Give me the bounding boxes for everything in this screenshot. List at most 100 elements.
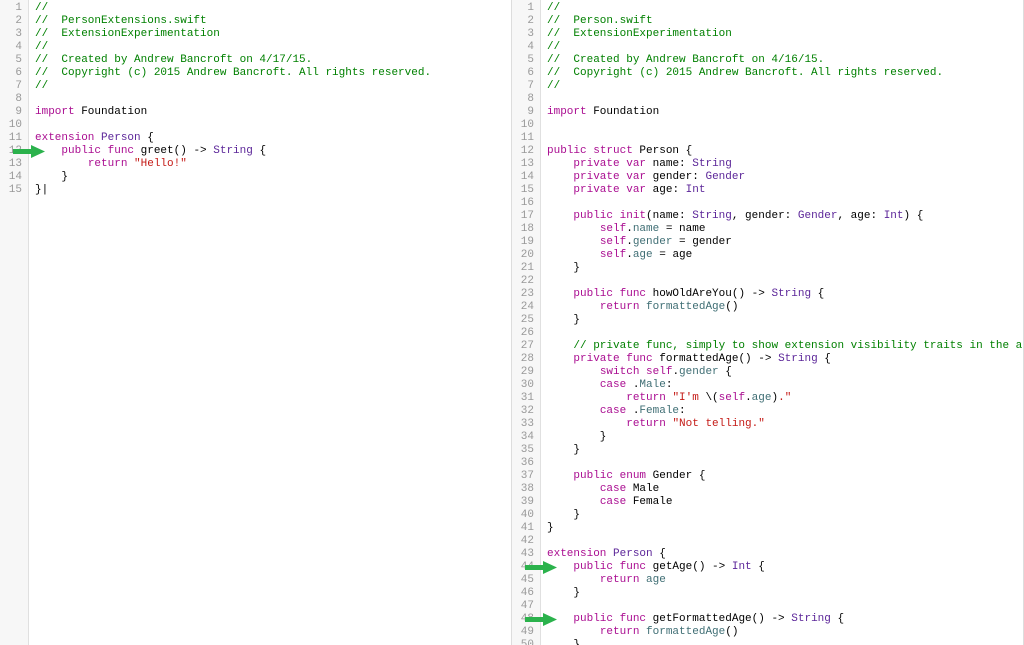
code-line[interactable]: public func getFormattedAge() -> String …	[547, 613, 1024, 626]
code-line[interactable]: private func formattedAge() -> String {	[547, 353, 1024, 366]
code-line[interactable]: // ExtensionExperimentation	[547, 28, 1024, 41]
code-token: func	[108, 145, 134, 157]
code-line[interactable]: import Foundation	[35, 106, 511, 119]
editor-pane-right[interactable]: 1234567891011121314151617181920212223242…	[512, 0, 1024, 645]
code-line[interactable]: }	[547, 444, 1024, 457]
code-line[interactable]: public enum Gender {	[547, 470, 1024, 483]
code-line[interactable]: }	[547, 262, 1024, 275]
code-line[interactable]: // PersonExtensions.swift	[35, 15, 511, 28]
code-line[interactable]: //	[35, 2, 511, 15]
code-token: "I'm	[672, 392, 705, 404]
code-token	[547, 171, 573, 183]
code-line[interactable]: // Created by Andrew Bancroft on 4/16/15…	[547, 54, 1024, 67]
code-token	[547, 158, 573, 170]
code-line[interactable]: }	[547, 431, 1024, 444]
code-token	[613, 210, 620, 222]
code-token	[547, 353, 573, 365]
code-line[interactable]: // Copyright (c) 2015 Andrew Bancroft. A…	[547, 67, 1024, 80]
code-line[interactable]: return "Hello!"	[35, 158, 511, 171]
code-line[interactable]: }	[547, 639, 1024, 645]
code-line[interactable]: }	[547, 509, 1024, 522]
code-line[interactable]	[547, 119, 1024, 132]
code-line[interactable]: public func getAge() -> Int {	[547, 561, 1024, 574]
line-number: 49	[516, 626, 534, 639]
code-token: String	[213, 145, 253, 157]
code-line[interactable]	[547, 275, 1024, 288]
code-token: //	[35, 2, 48, 14]
code-line[interactable]: // ExtensionExperimentation	[35, 28, 511, 41]
code-token: "Not telling."	[672, 418, 764, 430]
code-line[interactable]: }|	[35, 184, 511, 197]
code-line[interactable]: return age	[547, 574, 1024, 587]
code-line[interactable]: case .Female:	[547, 405, 1024, 418]
code-token: gender	[679, 366, 719, 378]
code-line[interactable]: // Created by Andrew Bancroft on 4/17/15…	[35, 54, 511, 67]
code-line[interactable]: case .Male:	[547, 379, 1024, 392]
code-line[interactable]: }	[35, 171, 511, 184]
editor-pane-left[interactable]: 123456789101112131415 //// PersonExtensi…	[0, 0, 512, 645]
code-line[interactable]: }	[547, 522, 1024, 535]
code-line[interactable]	[547, 197, 1024, 210]
code-line[interactable]: switch self.gender {	[547, 366, 1024, 379]
code-line[interactable]	[547, 535, 1024, 548]
code-line[interactable]	[547, 457, 1024, 470]
code-token: getFormattedAge() ->	[646, 613, 791, 625]
code-token: Male	[626, 483, 659, 495]
code-token	[613, 613, 620, 625]
code-token: case	[600, 483, 626, 495]
code-line[interactable]: //	[35, 41, 511, 54]
code-line[interactable]: return "I'm \(self.age)."	[547, 392, 1024, 405]
code-line[interactable]: //	[547, 80, 1024, 93]
code-token	[35, 145, 61, 157]
code-line[interactable]: case Male	[547, 483, 1024, 496]
code-token: //	[35, 80, 48, 92]
line-number: 19	[516, 236, 534, 249]
code-line[interactable]: return "Not telling."	[547, 418, 1024, 431]
code-line[interactable]: public struct Person {	[547, 145, 1024, 158]
code-line[interactable]: import Foundation	[547, 106, 1024, 119]
code-line[interactable]	[547, 327, 1024, 340]
code-line[interactable]: case Female	[547, 496, 1024, 509]
code-line[interactable]: public func greet() -> String {	[35, 145, 511, 158]
code-line[interactable]	[547, 600, 1024, 613]
code-line[interactable]	[35, 93, 511, 106]
code-token: return	[88, 158, 128, 170]
code-token: // Created by Andrew Bancroft on 4/16/15…	[547, 54, 824, 66]
code-line[interactable]: return formattedAge()	[547, 301, 1024, 314]
code-line[interactable]: self.age = age	[547, 249, 1024, 262]
code-area-right[interactable]: //// Person.swift// ExtensionExperimenta…	[541, 0, 1024, 645]
code-line[interactable]: return formattedAge()	[547, 626, 1024, 639]
code-line[interactable]: // private func, simply to show extensio…	[547, 340, 1024, 353]
line-number: 5	[516, 54, 534, 67]
code-line[interactable]: // Person.swift	[547, 15, 1024, 28]
code-token: , gender:	[732, 210, 798, 222]
code-token	[547, 249, 600, 261]
code-line[interactable]: extension Person {	[547, 548, 1024, 561]
code-line[interactable]	[547, 93, 1024, 106]
code-line[interactable]	[547, 132, 1024, 145]
code-line[interactable]: //	[547, 2, 1024, 15]
code-line[interactable]: private var name: String	[547, 158, 1024, 171]
code-line[interactable]: self.name = name	[547, 223, 1024, 236]
code-token: }	[547, 444, 580, 456]
code-line[interactable]	[35, 119, 511, 132]
code-token	[547, 626, 600, 638]
code-line[interactable]: extension Person {	[35, 132, 511, 145]
code-line[interactable]: self.gender = gender	[547, 236, 1024, 249]
code-line[interactable]: public func howOldAreYou() -> String {	[547, 288, 1024, 301]
code-line[interactable]: //	[35, 80, 511, 93]
code-area-left[interactable]: //// PersonExtensions.swift// ExtensionE…	[29, 0, 511, 645]
code-line[interactable]: private var gender: Gender	[547, 171, 1024, 184]
code-line[interactable]: //	[547, 41, 1024, 54]
code-token: .	[626, 379, 639, 391]
code-token: extension	[35, 132, 94, 144]
code-token: Female	[639, 405, 679, 417]
code-line[interactable]: public init(name: String, gender: Gender…	[547, 210, 1024, 223]
code-line[interactable]: // Copyright (c) 2015 Andrew Bancroft. A…	[35, 67, 511, 80]
line-number: 13	[4, 158, 22, 171]
code-line[interactable]: }	[547, 587, 1024, 600]
code-token: return	[626, 418, 666, 430]
code-line[interactable]: }	[547, 314, 1024, 327]
code-token: //	[35, 41, 48, 53]
code-line[interactable]: private var age: Int	[547, 184, 1024, 197]
